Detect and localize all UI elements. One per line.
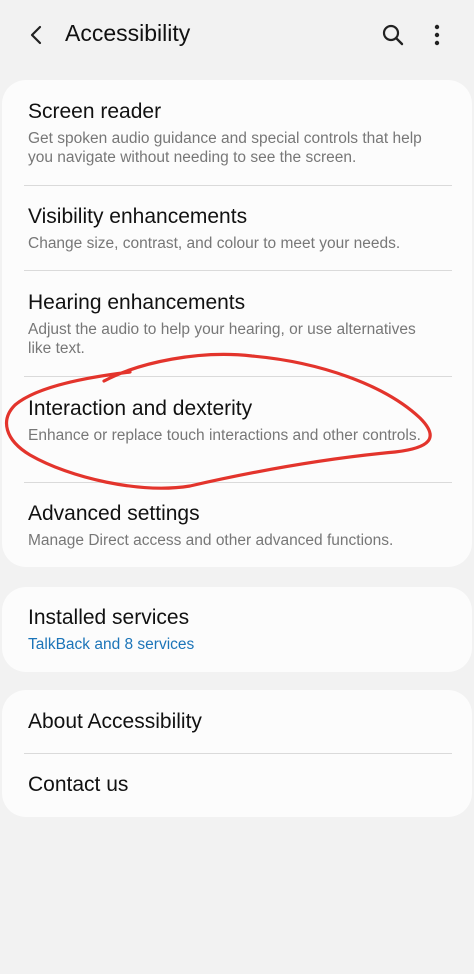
item-description: Change size, contrast, and colour to mee… bbox=[28, 235, 401, 252]
page-title: Accessibility bbox=[65, 20, 191, 46]
item-title: Advanced settings bbox=[28, 502, 200, 525]
item-title: Visibility enhancements bbox=[28, 205, 248, 228]
item-subtitle: TalkBack and 8 services bbox=[28, 636, 195, 653]
installed-services-card: Installed services TalkBack and 8 servic… bbox=[2, 587, 472, 672]
list-item-installed-services[interactable]: Installed services TalkBack and 8 servic… bbox=[2, 587, 472, 672]
item-description: Get spoken audio guidance and special co… bbox=[28, 130, 422, 166]
item-title: Hearing enhancements bbox=[28, 291, 246, 314]
item-title: About Accessibility bbox=[28, 710, 202, 733]
item-description: Adjust the audio to help your hearing, o… bbox=[28, 321, 416, 357]
list-item-hearing-enhancements[interactable]: Hearing enhancements Adjust the audio to… bbox=[2, 271, 472, 376]
item-title: Contact us bbox=[28, 773, 129, 796]
about-card: About Accessibility Contact us bbox=[2, 690, 472, 817]
item-title: Screen reader bbox=[28, 100, 162, 123]
list-item-screen-reader[interactable]: Screen reader Get spoken audio guidance … bbox=[2, 80, 472, 185]
app-bar: Accessibility bbox=[0, 0, 474, 70]
item-title: Installed services bbox=[28, 606, 190, 629]
back-button[interactable] bbox=[20, 18, 54, 52]
search-icon bbox=[382, 24, 404, 46]
item-description: Enhance or replace touch interactions an… bbox=[28, 427, 421, 444]
more-options-button[interactable] bbox=[424, 18, 450, 52]
list-item-interaction-and-dexterity[interactable]: Interaction and dexterity Enhance or rep… bbox=[2, 377, 472, 482]
accessibility-categories-card: Screen reader Get spoken audio guidance … bbox=[2, 80, 472, 567]
list-item-contact-us[interactable]: Contact us bbox=[2, 754, 472, 817]
item-title: Interaction and dexterity bbox=[28, 397, 253, 420]
back-arrow-icon bbox=[30, 25, 42, 45]
list-item-visibility-enhancements[interactable]: Visibility enhancements Change size, con… bbox=[2, 186, 472, 270]
search-button[interactable] bbox=[376, 18, 410, 52]
list-item-about-accessibility[interactable]: About Accessibility bbox=[2, 690, 472, 753]
list-item-advanced-settings[interactable]: Advanced settings Manage Direct access a… bbox=[2, 483, 472, 567]
item-description: Manage Direct access and other advanced … bbox=[28, 532, 394, 549]
more-vertical-icon bbox=[434, 24, 440, 46]
